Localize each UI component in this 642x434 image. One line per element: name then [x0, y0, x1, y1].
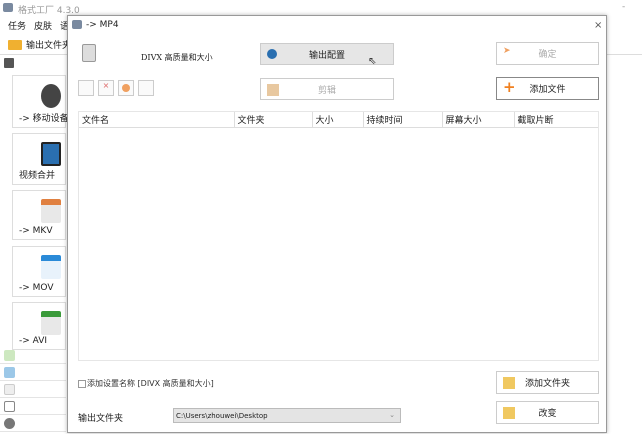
convert-dialog: -> MP4 × DIVX 高质量和大小 输出配置 ⇖ ➤ 确定 × 剪辑 + 添加… — [67, 15, 607, 433]
folder-icon — [8, 39, 22, 50]
file-list-table[interactable]: 文件名 文件夹 大小 持续时间 屏幕大小 截取片断 — [78, 111, 599, 361]
tile-label: -> 移动设备 — [19, 114, 69, 124]
mov-file-icon — [41, 255, 61, 279]
button-label: 剪辑 — [317, 85, 336, 96]
tile-merge[interactable]: 视频合并 — [12, 133, 66, 185]
select-value: C:\Users\zhouwei\Desktop — [176, 412, 268, 420]
picture-icon — [4, 367, 15, 378]
video-category-icon[interactable] — [4, 58, 14, 68]
category-picture[interactable] — [0, 364, 66, 381]
remove-file-icon[interactable]: × — [98, 80, 114, 96]
film-strip-icon — [41, 142, 61, 166]
button-label: 添加文件夹 — [524, 379, 570, 389]
add-folder-icon — [503, 377, 515, 389]
document-icon — [4, 384, 15, 395]
play-icon[interactable] — [118, 80, 134, 96]
tile-mkv[interactable]: -> MKV — [12, 190, 66, 240]
dialog-title: -> MP4 — [86, 20, 119, 30]
column-filename[interactable]: 文件名 — [79, 112, 235, 128]
music-icon — [4, 350, 15, 361]
column-screen-size[interactable]: 屏幕大小 — [442, 112, 515, 128]
category-audio[interactable] — [0, 347, 66, 364]
toolbar-label: 输出文件夹 — [26, 41, 72, 51]
mouse-cursor-icon: ⇖ — [368, 56, 377, 67]
change-button[interactable]: 改变 — [496, 401, 599, 424]
menu-task[interactable]: 任务 — [8, 22, 26, 32]
minimize-button[interactable]: - — [622, 2, 625, 12]
settings-icon — [267, 49, 277, 59]
profile-label: DIVX 高质量和大小 — [141, 53, 213, 62]
tile-label: -> MOV — [19, 283, 54, 293]
media-info-icon[interactable] — [138, 80, 154, 96]
tools-icon — [4, 418, 15, 429]
output-folder-toolbar-button[interactable]: 输出文件夹 — [8, 38, 71, 51]
dialog-icon — [72, 20, 82, 29]
column-clip[interactable]: 截取片断 — [514, 112, 598, 128]
button-label: 改变 — [538, 409, 557, 419]
button-label: 确定 — [538, 50, 557, 60]
folder-icon — [503, 407, 515, 419]
tile-label: 视频合并 — [19, 171, 56, 181]
chevron-down-icon: ⌄ — [389, 411, 395, 419]
tile-avi[interactable]: -> AVI — [12, 302, 66, 350]
add-folder-button[interactable]: 添加文件夹 — [496, 371, 599, 394]
disc-icon — [4, 401, 15, 412]
category-rom[interactable] — [0, 398, 66, 415]
tile-label: -> MKV — [19, 226, 53, 236]
add-file-button[interactable]: + 添加文件 — [496, 77, 599, 100]
add-file-small-icon[interactable] — [78, 80, 94, 96]
category-tools[interactable] — [0, 415, 66, 432]
arrow-right-icon: ➤ — [503, 46, 511, 56]
menu-skin[interactable]: 皮肤 — [34, 22, 52, 32]
tile-label: -> AVI — [19, 336, 48, 346]
category-document[interactable] — [0, 381, 66, 398]
ok-button[interactable]: ➤ 确定 — [496, 42, 599, 65]
mp4-file-icon — [82, 44, 96, 62]
mkv-file-icon — [41, 199, 61, 223]
clip-button[interactable]: 剪辑 — [260, 78, 394, 100]
app-title: 格式工厂 4.3.0 — [18, 6, 80, 16]
film-reel-icon — [41, 84, 61, 108]
plus-icon: + — [503, 78, 516, 96]
add-setting-name-checkbox[interactable] — [78, 379, 86, 388]
column-folder[interactable]: 文件夹 — [234, 112, 313, 128]
tile-mobile[interactable]: -> 移动设备 — [12, 75, 69, 128]
table-header: 文件名 文件夹 大小 持续时间 屏幕大小 截取片断 — [79, 112, 598, 128]
output-folder-label: 输出文件夹 — [78, 414, 124, 424]
button-label: 输出配置 — [308, 50, 345, 61]
column-size[interactable]: 大小 — [312, 112, 364, 128]
checkbox-label: 添加设置名称 [DIVX 高质量和大小] — [87, 379, 214, 388]
clip-icon — [267, 84, 279, 96]
tile-mov[interactable]: -> MOV — [12, 246, 66, 297]
avi-file-icon — [41, 311, 61, 335]
add-setting-name-checkbox-row[interactable]: 添加设置名称 [DIVX 高质量和大小] — [78, 378, 214, 389]
column-duration[interactable]: 持续时间 — [363, 112, 443, 128]
output-folder-select[interactable]: C:\Users\zhouwei\Desktop ⌄ — [173, 408, 401, 423]
button-label: 添加文件 — [529, 85, 566, 95]
close-button[interactable]: × — [594, 20, 602, 31]
